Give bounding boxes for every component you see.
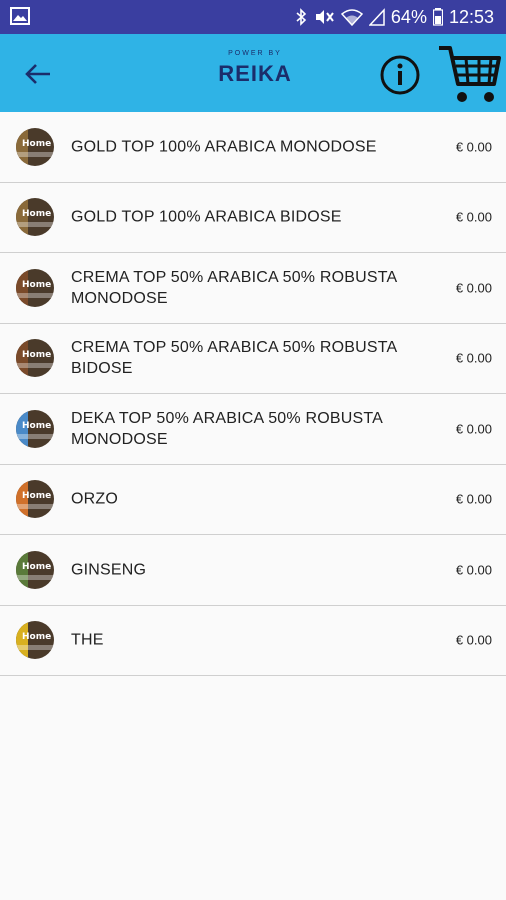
product-row[interactable]: Home GOLD TOP 100% ARABICA BIDOSE € 0.00	[0, 183, 506, 253]
app-toolbar: POWER BY REIKA	[0, 34, 506, 112]
gallery-icon	[10, 7, 30, 25]
info-button[interactable]	[379, 54, 421, 96]
status-time: 12:53	[448, 6, 494, 27]
battery-icon	[432, 8, 443, 26]
product-name: CREMA TOP 50% ARABICA 50% ROBUSTA BIDOSE	[71, 339, 397, 378]
back-button[interactable]	[18, 56, 58, 92]
product-thumbnail: Home	[16, 409, 54, 448]
product-row[interactable]: Home DEKA TOP 50% ARABICA 50% ROBUSTA MO…	[0, 394, 506, 465]
reika-logo: POWER BY REIKA	[210, 50, 300, 100]
wifi-icon	[340, 9, 363, 26]
thumb-label: Home	[22, 561, 52, 572]
product-row[interactable]: Home CREMA TOP 50% ARABICA 50% ROBUSTA M…	[0, 253, 506, 324]
product-price: € 0.00	[455, 562, 492, 578]
product-price: € 0.00	[455, 632, 492, 648]
product-thumbnail: Home	[16, 268, 54, 307]
product-name: CREMA TOP 50% ARABICA 50% ROBUSTA MONODO…	[71, 268, 397, 307]
product-price: € 0.00	[455, 209, 492, 225]
product-row[interactable]: Home ORZO € 0.00	[0, 465, 506, 535]
logo-brand-text: REIKA	[218, 61, 292, 86]
product-list: Home GOLD TOP 100% ARABICA MONODOSE € 0.…	[0, 112, 506, 676]
thumb-label: Home	[22, 350, 52, 361]
thumb-label: Home	[22, 209, 52, 220]
product-price: € 0.00	[455, 139, 492, 155]
product-name: THE	[71, 631, 104, 649]
mute-icon	[315, 10, 334, 24]
product-row[interactable]: Home CREMA TOP 50% ARABICA 50% ROBUSTA B…	[0, 324, 506, 394]
thumb-label: Home	[22, 491, 52, 502]
arrow-left-icon	[25, 64, 50, 84]
product-price: € 0.00	[455, 491, 492, 507]
product-thumbnail: Home	[16, 621, 54, 660]
product-name: GOLD TOP 100% ARABICA BIDOSE	[71, 208, 342, 226]
product-thumbnail: Home	[16, 480, 54, 519]
cart-button[interactable]	[436, 44, 502, 106]
product-row[interactable]: Home GINSENG € 0.00	[0, 535, 506, 606]
status-bar: 64% 12:53	[0, 0, 506, 34]
product-name: ORZO	[71, 490, 119, 508]
product-price: € 0.00	[455, 421, 492, 437]
thumb-label: Home	[22, 279, 52, 290]
thumb-label: Home	[22, 632, 52, 643]
product-row[interactable]: Home GOLD TOP 100% ARABICA MONODOSE € 0.…	[0, 112, 506, 183]
shopping-cart-icon	[439, 46, 501, 102]
product-price: € 0.00	[455, 280, 492, 296]
signal-icon	[368, 8, 385, 26]
logo-powered-text: POWER BY	[228, 50, 282, 57]
product-thumbnail: Home	[16, 550, 54, 589]
product-row[interactable]: Home THE € 0.00	[0, 606, 506, 676]
product-thumbnail: Home	[16, 339, 54, 378]
thumb-label: Home	[22, 138, 52, 149]
product-name: DEKA TOP 50% ARABICA 50% ROBUSTA MONODOS…	[71, 409, 383, 448]
product-thumbnail: Home	[16, 127, 54, 166]
product-name: GOLD TOP 100% ARABICA MONODOSE	[71, 138, 377, 156]
battery-percent: 64%	[390, 6, 427, 27]
product-price: € 0.00	[455, 350, 492, 366]
thumb-label: Home	[22, 420, 52, 431]
bluetooth-icon	[296, 8, 307, 26]
product-thumbnail: Home	[16, 198, 54, 237]
product-name: GINSENG	[71, 561, 147, 579]
info-icon	[380, 55, 420, 95]
